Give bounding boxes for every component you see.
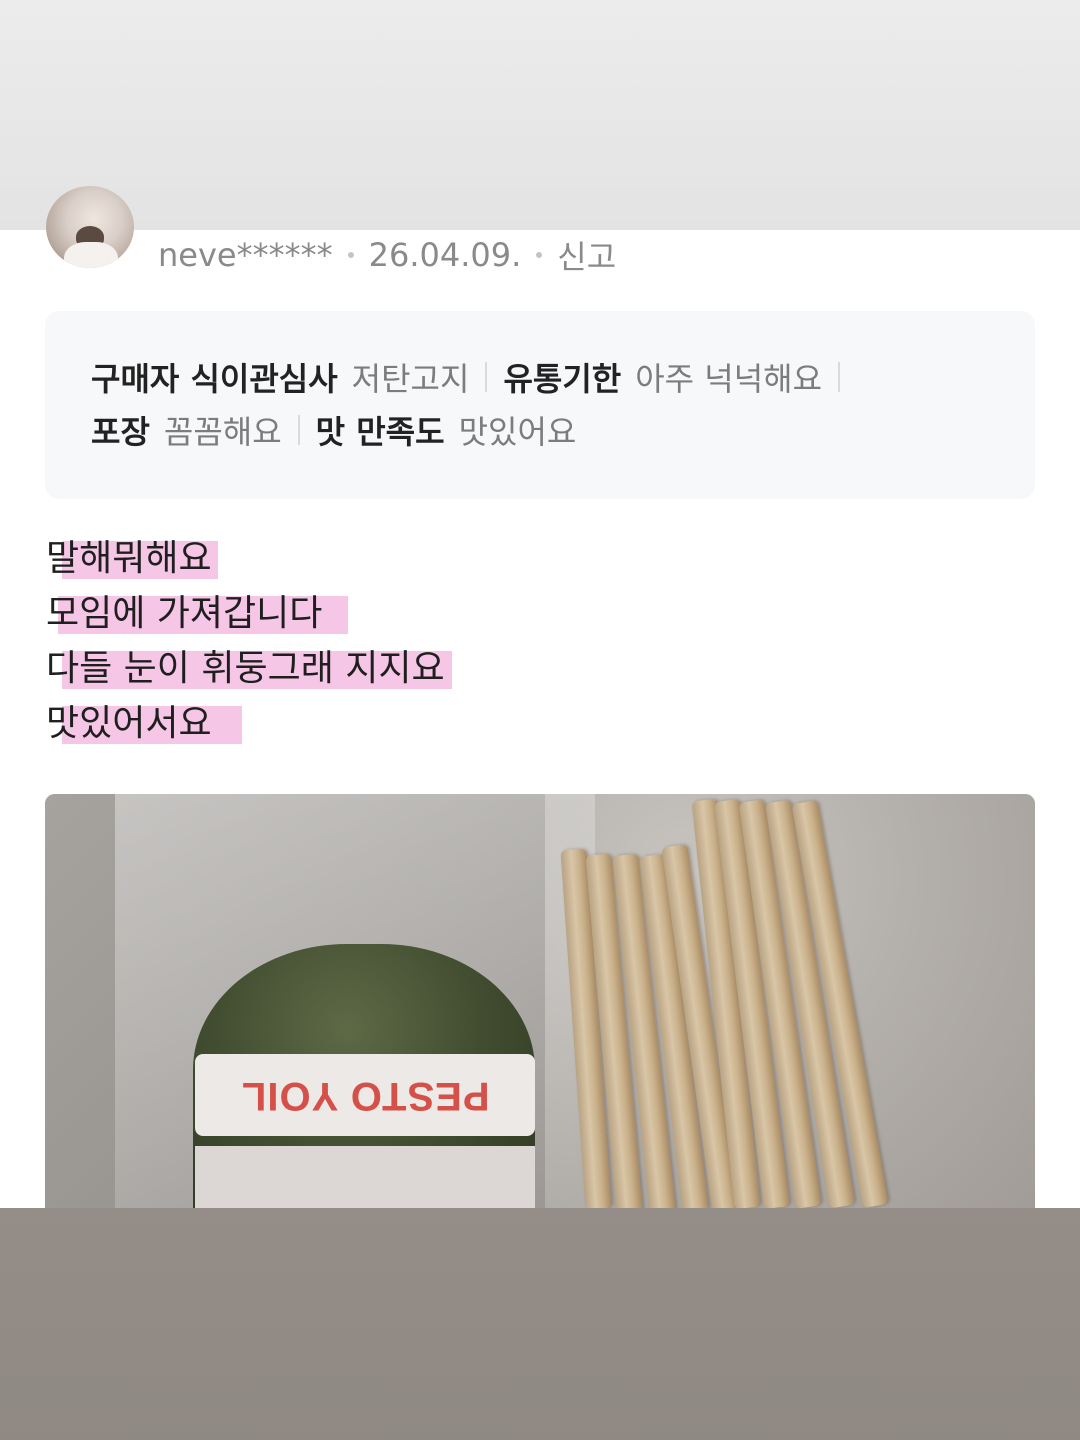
reviewer-username[interactable]: neve****** bbox=[158, 236, 333, 274]
top-blank-area bbox=[0, 0, 1080, 230]
review-body: 말해뭐해요 모임에 가져갑니다 다들 눈이 휘둥그래 지지요 맛있어서요 bbox=[46, 534, 452, 754]
attribute-divider bbox=[485, 362, 488, 392]
pesto-label: PESTO YOIL bbox=[195, 1054, 535, 1136]
review-text-line: 맛있어서요 bbox=[46, 699, 445, 754]
attributes-line: 포장 꼼꼼해요 맛 만족도 맛있어요 bbox=[91, 405, 576, 455]
review-text: 말해뭐해요 bbox=[46, 538, 212, 579]
attribute-label: 유통기한 bbox=[503, 360, 622, 398]
review-text-line: 다들 눈이 휘둥그래 지지요 bbox=[46, 644, 452, 699]
pesto-container-base bbox=[195, 1146, 535, 1208]
pesto-label-text: PESTO YOIL bbox=[240, 1073, 490, 1118]
report-button[interactable]: 신고 bbox=[557, 232, 616, 278]
attribute-divider bbox=[838, 362, 841, 392]
review-text-line: 말해뭐해요 bbox=[46, 534, 445, 589]
bottom-blank-area bbox=[0, 1208, 1080, 1440]
attributes-line: 구매자 식이관심사 저탄고지 유통기한 아주 넉넉해요 bbox=[91, 352, 856, 402]
attribute-label: 맛 만족도 bbox=[315, 413, 445, 451]
reviewer-avatar[interactable] bbox=[46, 186, 134, 268]
attribute-label: 포장 bbox=[91, 413, 150, 451]
review-photo[interactable]: PESTO YOIL bbox=[45, 794, 1035, 1208]
review-meta: neve****** 26.04.09. 신고 bbox=[158, 230, 616, 280]
attribute-value: 아주 넉넉해요 bbox=[635, 360, 823, 398]
review-text-line: 모임에 가져갑니다 bbox=[46, 589, 445, 644]
attribute-value: 저탄고지 bbox=[351, 360, 470, 398]
review-text: 모임에 가져갑니다 bbox=[46, 593, 323, 634]
attribute-value: 맛있어요 bbox=[458, 413, 577, 451]
separator-dot bbox=[347, 252, 354, 258]
separator-dot bbox=[536, 252, 543, 258]
review-text: 다들 눈이 휘둥그래 지지요 bbox=[46, 648, 445, 689]
review-text: 맛있어서요 bbox=[46, 703, 212, 744]
attribute-label: 구매자 식이관심사 bbox=[91, 360, 338, 398]
review-attributes-box: 구매자 식이관심사 저탄고지 유통기한 아주 넉넉해요 포장 꼼꼼해요 맛 만족… bbox=[45, 311, 1035, 499]
review-date: 26.04.09. bbox=[368, 236, 522, 274]
attribute-divider bbox=[297, 415, 300, 445]
attribute-value: 꼼꼼해요 bbox=[163, 413, 282, 451]
